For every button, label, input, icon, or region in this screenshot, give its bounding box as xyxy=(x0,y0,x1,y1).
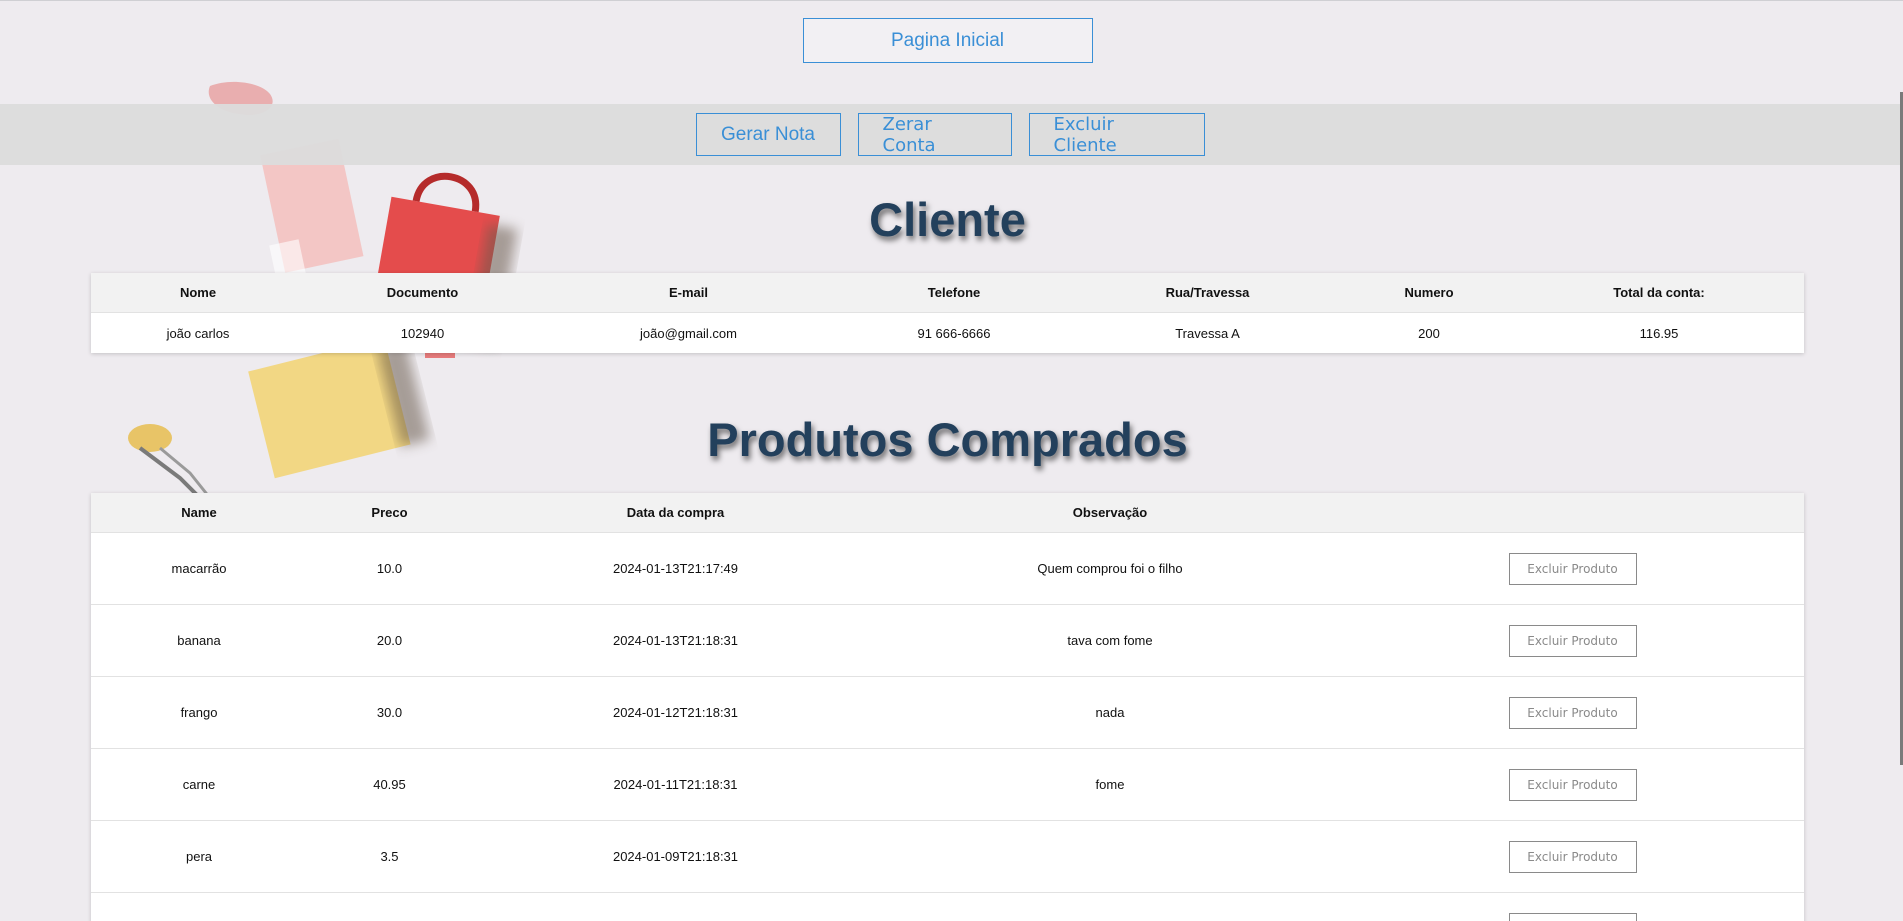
product-name: frango xyxy=(91,676,307,749)
product-date xyxy=(472,892,879,921)
client-table-card: Nome Documento E-mail Telefone Rua/Trave… xyxy=(91,273,1804,353)
table-row: pera 3.5 2024-01-09T21:18:31 Excluir Pro… xyxy=(91,820,1804,893)
page: Pagina Inicial Gerar Nota Zerar Conta Ex… xyxy=(0,0,1903,921)
product-note xyxy=(879,892,1341,921)
products-table-header-row: Name Preco Data da compra Observação xyxy=(91,493,1804,533)
product-actions: Excluir Produto xyxy=(1341,820,1804,893)
client-email: joão@gmail.com xyxy=(540,312,837,353)
product-name: pera xyxy=(91,820,307,893)
delete-product-button[interactable]: Excluir Produto xyxy=(1508,912,1637,921)
home-nav: Pagina Inicial xyxy=(0,18,1895,63)
client-table: Nome Documento E-mail Telefone Rua/Trave… xyxy=(91,273,1804,353)
product-note: nada xyxy=(879,676,1341,749)
client-number: 200 xyxy=(1344,312,1514,353)
table-row: frango 30.0 2024-01-12T21:18:31 nada Exc… xyxy=(91,676,1804,749)
product-name: macarrão xyxy=(91,532,307,605)
products-table-card: Name Preco Data da compra Observação mac… xyxy=(91,493,1804,921)
column-header: Nome xyxy=(91,273,305,313)
product-name: banana xyxy=(91,604,307,677)
client-phone: 91 666-6666 xyxy=(837,312,1071,353)
client-document: 102940 xyxy=(305,312,540,353)
delete-product-button[interactable]: Excluir Produto xyxy=(1508,840,1637,873)
products-table: Name Preco Data da compra Observação mac… xyxy=(91,493,1804,921)
client-row: joão carlos 102940 joão@gmail.com 91 666… xyxy=(91,312,1804,353)
product-price: 40.95 xyxy=(307,748,472,821)
product-actions: Excluir Produto xyxy=(1341,604,1804,677)
delete-client-button[interactable]: Excluir Cliente xyxy=(1028,113,1205,156)
product-actions: Excluir Produto xyxy=(1341,748,1804,821)
product-note: Quem comprou foi o filho xyxy=(879,532,1341,605)
column-header: E-mail xyxy=(540,273,837,313)
product-date: 2024-01-13T21:18:31 xyxy=(472,604,879,677)
table-row: banana 20.0 2024-01-13T21:18:31 tava com… xyxy=(91,604,1804,677)
column-header: Numero xyxy=(1344,273,1514,313)
product-price: 20.0 xyxy=(307,604,472,677)
column-header: Name xyxy=(91,493,307,533)
client-table-header-row: Nome Documento E-mail Telefone Rua/Trave… xyxy=(91,273,1804,313)
delete-product-button[interactable]: Excluir Produto xyxy=(1508,696,1637,729)
products-section-title: Produtos Comprados xyxy=(707,413,1188,466)
table-row: Excluir Produto xyxy=(91,892,1804,921)
product-date: 2024-01-11T21:18:31 xyxy=(472,748,879,821)
product-price: 30.0 xyxy=(307,676,472,749)
generate-invoice-button[interactable]: Gerar Nota xyxy=(695,113,841,156)
column-header: Telefone xyxy=(837,273,1071,313)
product-note: tava com fome xyxy=(879,604,1341,677)
product-name xyxy=(91,892,307,921)
client-name: joão carlos xyxy=(91,312,305,353)
client-street: Travessa A xyxy=(1071,312,1344,353)
action-bar: Gerar Nota Zerar Conta Excluir Cliente xyxy=(0,104,1900,165)
delete-product-button[interactable]: Excluir Produto xyxy=(1508,624,1637,657)
product-actions: Excluir Produto xyxy=(1341,532,1804,605)
product-actions: Excluir Produto xyxy=(1341,892,1804,921)
delete-product-button[interactable]: Excluir Produto xyxy=(1508,768,1637,801)
column-header: Documento xyxy=(305,273,540,313)
product-date: 2024-01-09T21:18:31 xyxy=(472,820,879,893)
client-total: 116.95 xyxy=(1514,312,1804,353)
product-price: 3.5 xyxy=(307,820,472,893)
column-header: Rua/Travessa xyxy=(1071,273,1344,313)
product-actions: Excluir Produto xyxy=(1341,676,1804,749)
column-header: Preco xyxy=(307,493,472,533)
column-header xyxy=(1341,493,1804,533)
column-header: Total da conta: xyxy=(1514,273,1804,313)
product-note: fome xyxy=(879,748,1341,821)
delete-product-button[interactable]: Excluir Produto xyxy=(1508,552,1637,585)
reset-account-button[interactable]: Zerar Conta xyxy=(857,113,1012,156)
table-row: macarrão 10.0 2024-01-13T21:17:49 Quem c… xyxy=(91,532,1804,605)
client-section-title: Cliente xyxy=(869,193,1026,246)
top-border xyxy=(0,0,1903,1)
product-name: carne xyxy=(91,748,307,821)
product-note xyxy=(879,820,1341,893)
product-price xyxy=(307,892,472,921)
product-date: 2024-01-13T21:17:49 xyxy=(472,532,879,605)
product-date: 2024-01-12T21:18:31 xyxy=(472,676,879,749)
column-header: Data da compra xyxy=(472,493,879,533)
home-button[interactable]: Pagina Inicial xyxy=(802,18,1093,63)
table-row: carne 40.95 2024-01-11T21:18:31 fome Exc… xyxy=(91,748,1804,821)
column-header: Observação xyxy=(879,493,1341,533)
product-price: 10.0 xyxy=(307,532,472,605)
